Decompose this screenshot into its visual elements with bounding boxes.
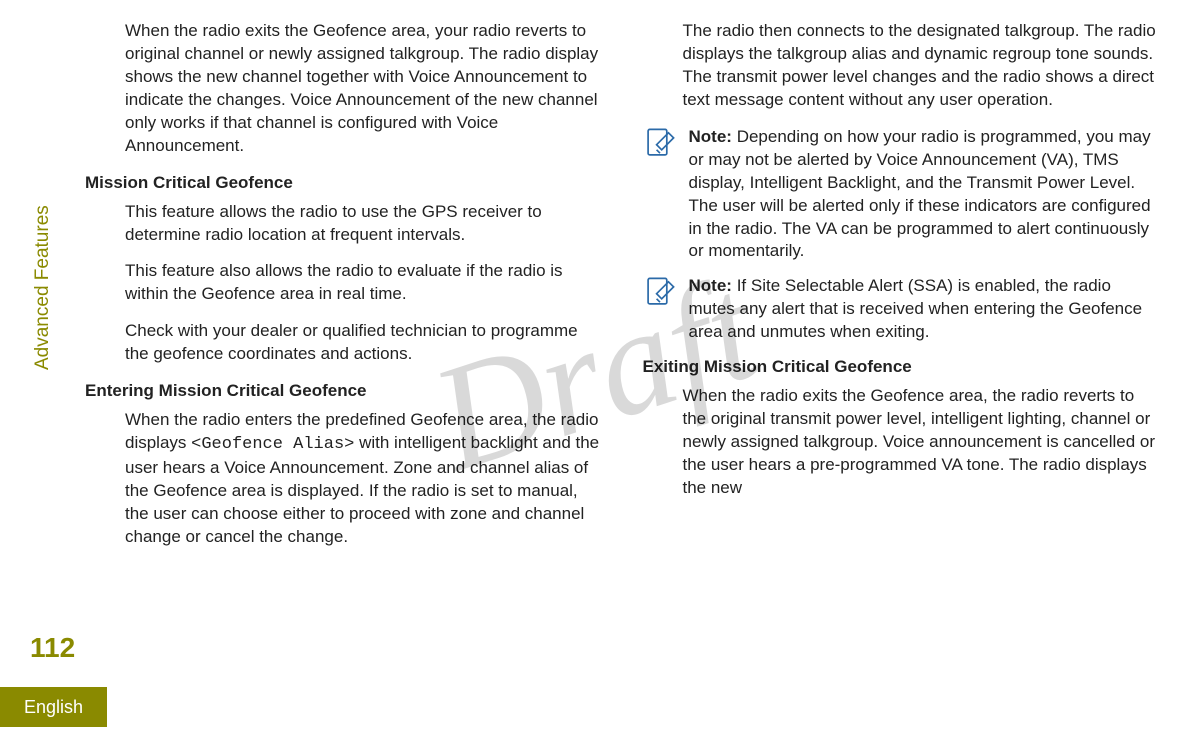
note-icon	[643, 126, 677, 167]
body-text: The radio then connects to the designate…	[643, 20, 1161, 112]
body-text: This feature also allows the radio to ev…	[85, 260, 603, 306]
note-body: Depending on how your radio is programme…	[689, 127, 1151, 261]
note-text: Note: If Site Selectable Alert (SSA) is …	[689, 275, 1161, 344]
note-body: If Site Selectable Alert (SSA) is enable…	[689, 276, 1143, 341]
heading: Exiting Mission Critical Geofence	[643, 356, 1161, 379]
document-page: Draft Advanced Features 112 English When…	[0, 0, 1190, 747]
body-text: When the radio exits the Geofence area, …	[643, 385, 1161, 500]
left-margin: Advanced Features 112	[30, 0, 70, 747]
body-text: When the radio enters the predefined Geo…	[85, 409, 603, 549]
page-number: 112	[30, 629, 75, 667]
note-block: Note: Depending on how your radio is pro…	[643, 126, 1161, 264]
note-text: Note: Depending on how your radio is pro…	[689, 126, 1161, 264]
left-column: When the radio exits the Geofence area, …	[85, 20, 603, 717]
heading: Entering Mission Critical Geofence	[85, 380, 603, 403]
body-text: This feature allows the radio to use the…	[85, 201, 603, 247]
heading: Mission Critical Geofence	[85, 172, 603, 195]
section-label: Advanced Features	[30, 205, 56, 370]
note-icon	[643, 275, 677, 316]
content-columns: When the radio exits the Geofence area, …	[85, 20, 1160, 717]
note-title: Note:	[689, 276, 732, 295]
right-column: The radio then connects to the designate…	[643, 20, 1161, 717]
language-badge: English	[0, 687, 107, 727]
body-text: Check with your dealer or qualified tech…	[85, 320, 603, 366]
code-text: <Geofence Alias>	[191, 435, 354, 454]
note-title: Note:	[689, 127, 732, 146]
body-text: When the radio exits the Geofence area, …	[85, 20, 603, 158]
note-block: Note: If Site Selectable Alert (SSA) is …	[643, 275, 1161, 344]
